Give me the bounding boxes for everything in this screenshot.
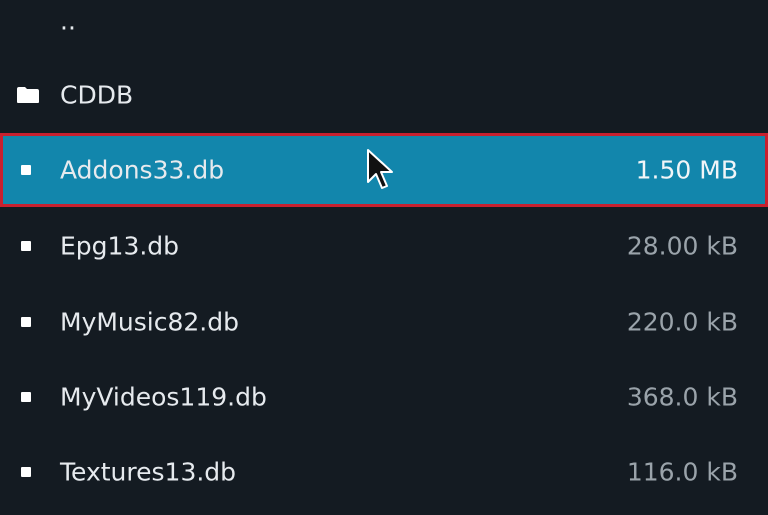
file-size: 28.00 kB bbox=[626, 231, 738, 261]
list-item-file[interactable]: Textures13.db 116.0 kB bbox=[0, 435, 768, 509]
file-name: Addons33.db bbox=[60, 155, 225, 185]
file-name: MyVideos119.db bbox=[60, 382, 267, 412]
file-icon bbox=[21, 392, 31, 402]
list-item-file[interactable]: MyVideos119.db 368.0 kB bbox=[0, 360, 768, 434]
file-size: 220.0 kB bbox=[626, 307, 738, 337]
folder-icon bbox=[17, 87, 39, 103]
list-item-folder[interactable]: CDDB bbox=[0, 58, 768, 132]
file-name: Textures13.db bbox=[60, 457, 237, 487]
list-item-file[interactable]: MyMusic82.db 220.0 kB bbox=[0, 285, 768, 359]
list-item-parent[interactable]: .. bbox=[0, 0, 768, 58]
file-size: 116.0 kB bbox=[626, 457, 738, 487]
list-item-file-selected[interactable]: Addons33.db 1.50 MB bbox=[0, 133, 768, 207]
file-name: Epg13.db bbox=[60, 231, 180, 261]
file-icon bbox=[21, 165, 31, 175]
file-size: 368.0 kB bbox=[626, 382, 738, 412]
file-icon bbox=[21, 317, 31, 327]
file-icon bbox=[21, 467, 31, 477]
file-name: MyMusic82.db bbox=[60, 307, 239, 337]
folder-label: CDDB bbox=[60, 80, 134, 110]
parent-directory-label: .. bbox=[60, 6, 76, 36]
list-item-file[interactable]: Epg13.db 28.00 kB bbox=[0, 209, 768, 283]
file-icon bbox=[21, 241, 31, 251]
file-size: 1.50 MB bbox=[635, 155, 738, 185]
file-list: .. CDDB Addons33.db 1.50 MB Epg13.db 28.… bbox=[0, 0, 768, 515]
